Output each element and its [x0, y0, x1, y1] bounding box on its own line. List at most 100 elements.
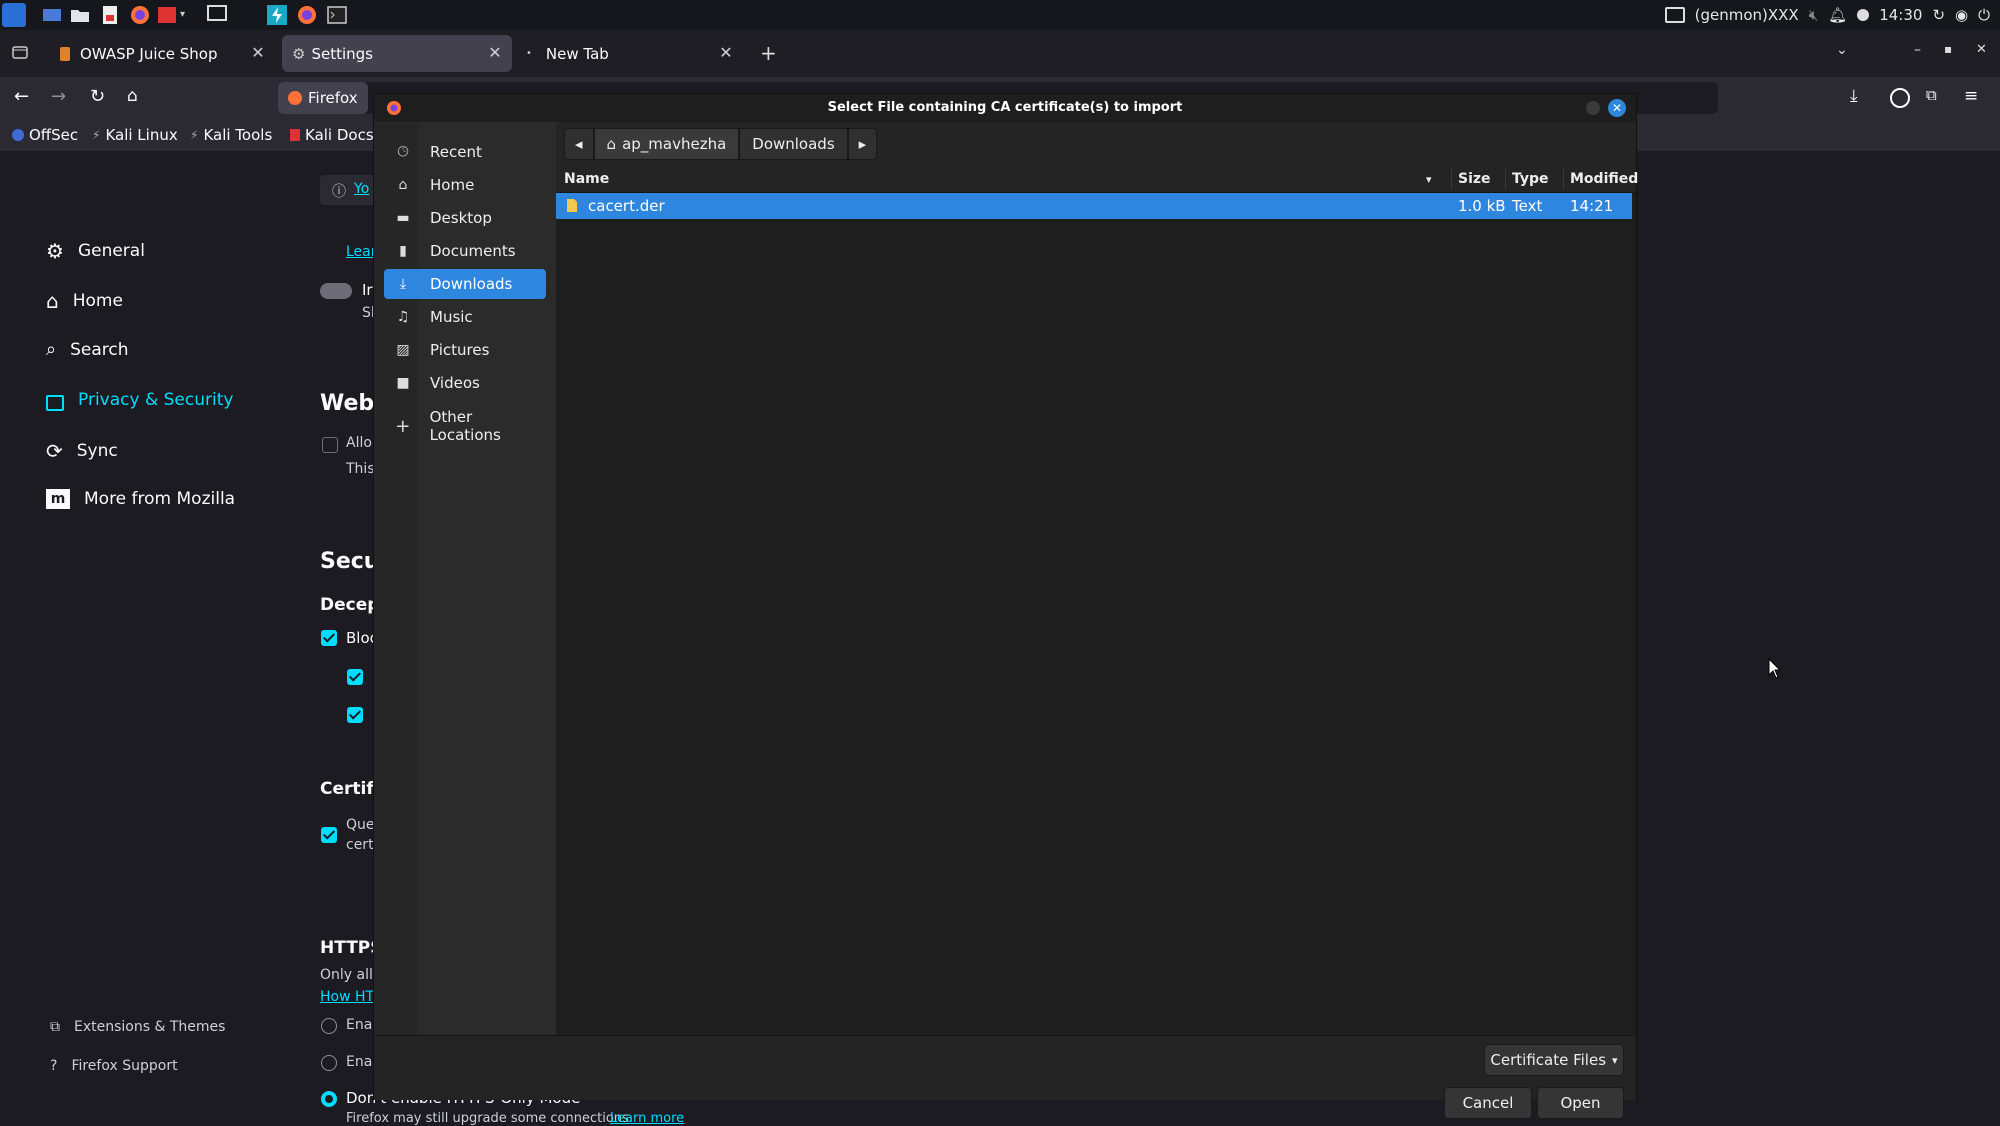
network-icon[interactable]: ◉ — [1955, 6, 1968, 24]
category-sync[interactable]: ⟳ Sync — [46, 439, 118, 463]
account-icon[interactable] — [1888, 86, 1912, 110]
tab-list-icon[interactable] — [10, 42, 30, 62]
category-home[interactable]: ⌂ Home — [46, 289, 123, 313]
place-label: Home — [430, 176, 475, 194]
file-manager-icon[interactable] — [68, 3, 92, 27]
forward-icon[interactable]: → — [51, 86, 75, 110]
chevron-down-icon[interactable]: ▾ — [180, 3, 204, 27]
allow-checkbox[interactable] — [322, 437, 338, 453]
clock-text[interactable]: 14:30 — [1879, 6, 1922, 24]
place-label: Recent — [430, 143, 482, 161]
sub-checkbox-2[interactable] — [347, 707, 363, 723]
gear-icon: ⚙ — [46, 239, 64, 263]
mute-icon[interactable]: 🔇︎ — [1809, 6, 1818, 24]
extensions-themes-link[interactable]: ⧉ Extensions & Themes — [50, 1019, 225, 1035]
workspace-icon[interactable] — [40, 3, 64, 27]
https-learn-link[interactable]: How HT — [320, 989, 374, 1005]
file-filter-dropdown[interactable]: Certificate Files ▾ — [1484, 1044, 1624, 1076]
block-checkbox[interactable] — [321, 630, 337, 646]
sub-checkbox-1[interactable] — [347, 669, 363, 685]
path-downloads-button[interactable]: Downloads — [739, 128, 848, 160]
bookmark-offsec[interactable]: OffSec — [12, 126, 78, 144]
cancel-button[interactable]: Cancel — [1444, 1087, 1532, 1119]
terminal-icon[interactable] — [325, 3, 349, 27]
menu-icon[interactable]: ≡ — [1964, 86, 1988, 110]
column-type[interactable]: Type — [1512, 171, 1549, 187]
place-documents[interactable]: ▮ Documents — [384, 236, 546, 266]
toggle-switch[interactable] — [320, 283, 352, 299]
file-list-header: Name ▾ Size Type Modified — [556, 166, 1638, 193]
category-label: Home — [72, 291, 123, 311]
close-icon[interactable]: ✕ — [717, 44, 735, 62]
genmon-label[interactable]: (genmon)XXX — [1695, 6, 1799, 24]
window-icon[interactable] — [205, 3, 229, 27]
category-privacy-security[interactable]: Privacy & Security — [46, 389, 233, 411]
path-forward-icon[interactable]: ▸ — [847, 128, 878, 160]
place-home[interactable]: ⌂ Home — [384, 170, 546, 200]
place-music[interactable]: ♫ Music — [384, 302, 546, 332]
document-icon: ▮ — [399, 243, 407, 259]
column-name[interactable]: Name — [564, 171, 609, 187]
new-tab-icon[interactable]: + — [760, 41, 777, 65]
path-back-icon[interactable]: ◂ — [564, 128, 594, 160]
minimize-icon[interactable]: – — [1914, 42, 1921, 58]
terminal-launcher-icon[interactable] — [155, 3, 179, 27]
place-label: Other Locations — [429, 408, 501, 444]
close-icon[interactable]: ✕ — [486, 44, 504, 62]
info-link[interactable]: Yo — [354, 181, 369, 197]
column-modified[interactable]: Modified — [1570, 171, 1638, 187]
certificates-heading: Certifi — [320, 779, 379, 799]
file-type: Text — [1512, 197, 1543, 215]
extensions-icon[interactable]: ⧉ — [1926, 86, 1950, 110]
category-search[interactable]: ⌕ Search — [46, 339, 129, 360]
https-radio-disable[interactable] — [321, 1091, 337, 1107]
learn-more-fragment[interactable]: Lear — [346, 244, 377, 260]
text-editor-icon[interactable] — [98, 3, 122, 27]
place-desktop[interactable]: ▬ Desktop — [384, 203, 546, 233]
power-icon[interactable]: ⏻ — [1978, 6, 1990, 24]
list-all-tabs-icon[interactable]: ⌄ — [1836, 42, 1848, 58]
bookmark-kali-linux[interactable]: ⚡︎ Kali Linux — [92, 126, 178, 144]
kali-menu-icon[interactable] — [2, 3, 26, 27]
category-general[interactable]: ⚙ General — [46, 239, 145, 263]
open-button[interactable]: Open — [1537, 1087, 1624, 1119]
tab-owasp-juice-shop[interactable]: OWASP Juice Shop ✕ — [50, 35, 275, 72]
place-downloads[interactable]: ⤓ Downloads — [384, 269, 546, 299]
back-icon[interactable]: ← — [14, 86, 38, 110]
close-icon[interactable]: ✕ — [249, 44, 267, 62]
downloads-icon[interactable]: ⤓ — [1850, 86, 1874, 110]
file-row[interactable]: cacert.der 1.0 kB Text 14:21 — [556, 193, 1632, 219]
dialog-minimize-icon[interactable] — [1586, 101, 1600, 115]
reload-icon[interactable]: ↻ — [90, 86, 114, 110]
bell-icon[interactable]: 🔔︎ — [1828, 6, 1847, 24]
window-close-icon[interactable]: ✕ — [1976, 42, 1987, 57]
tab-settings[interactable]: ⚙ Settings ✕ — [282, 35, 512, 72]
tab-new-tab[interactable]: • New Tab ✕ — [518, 35, 743, 72]
refresh-icon[interactable]: ↻ — [1932, 6, 1945, 24]
burp-icon[interactable] — [265, 3, 289, 27]
tab-strip: OWASP Juice Shop ✕ ⚙ Settings ✕ • New Ta… — [0, 30, 2000, 77]
firefox-icon[interactable] — [295, 3, 319, 27]
bookmark-kali-docs[interactable]: Kali Docs — [290, 126, 374, 144]
https-radio-private[interactable] — [321, 1055, 337, 1071]
bookmark-kali-tools[interactable]: ⚡︎ Kali Tools — [190, 126, 272, 144]
firefox-launcher-icon[interactable] — [128, 3, 152, 27]
https-radio-all[interactable] — [321, 1018, 337, 1034]
category-more-from-mozilla[interactable]: m More from Mozilla — [46, 489, 235, 509]
place-videos[interactable]: ■ Videos — [384, 368, 546, 398]
place-recent[interactable]: 🕒︎ Recent — [384, 137, 546, 167]
identity-box[interactable]: Firefox — [278, 82, 368, 114]
path-home-button[interactable]: ⌂ ap_mavhezha — [593, 128, 740, 160]
maximize-icon[interactable]: ▪ — [1944, 42, 1952, 56]
place-other-locations[interactable]: + Other Locations — [384, 408, 546, 444]
firefox-support-link[interactable]: ? Firefox Support — [50, 1058, 178, 1074]
query-checkbox[interactable] — [321, 827, 337, 843]
bookmark-label: Kali Linux — [105, 126, 178, 144]
monitor-icon — [1664, 7, 1685, 23]
home-icon[interactable]: ⌂ — [127, 86, 151, 110]
learn-more-link[interactable]: Learn more — [610, 1111, 684, 1126]
sort-chevron-down-icon[interactable]: ▾ — [1426, 173, 1432, 186]
column-size[interactable]: Size — [1458, 171, 1491, 187]
dialog-close-icon[interactable]: ✕ — [1608, 99, 1626, 117]
place-pictures[interactable]: ▨ Pictures — [384, 335, 546, 365]
